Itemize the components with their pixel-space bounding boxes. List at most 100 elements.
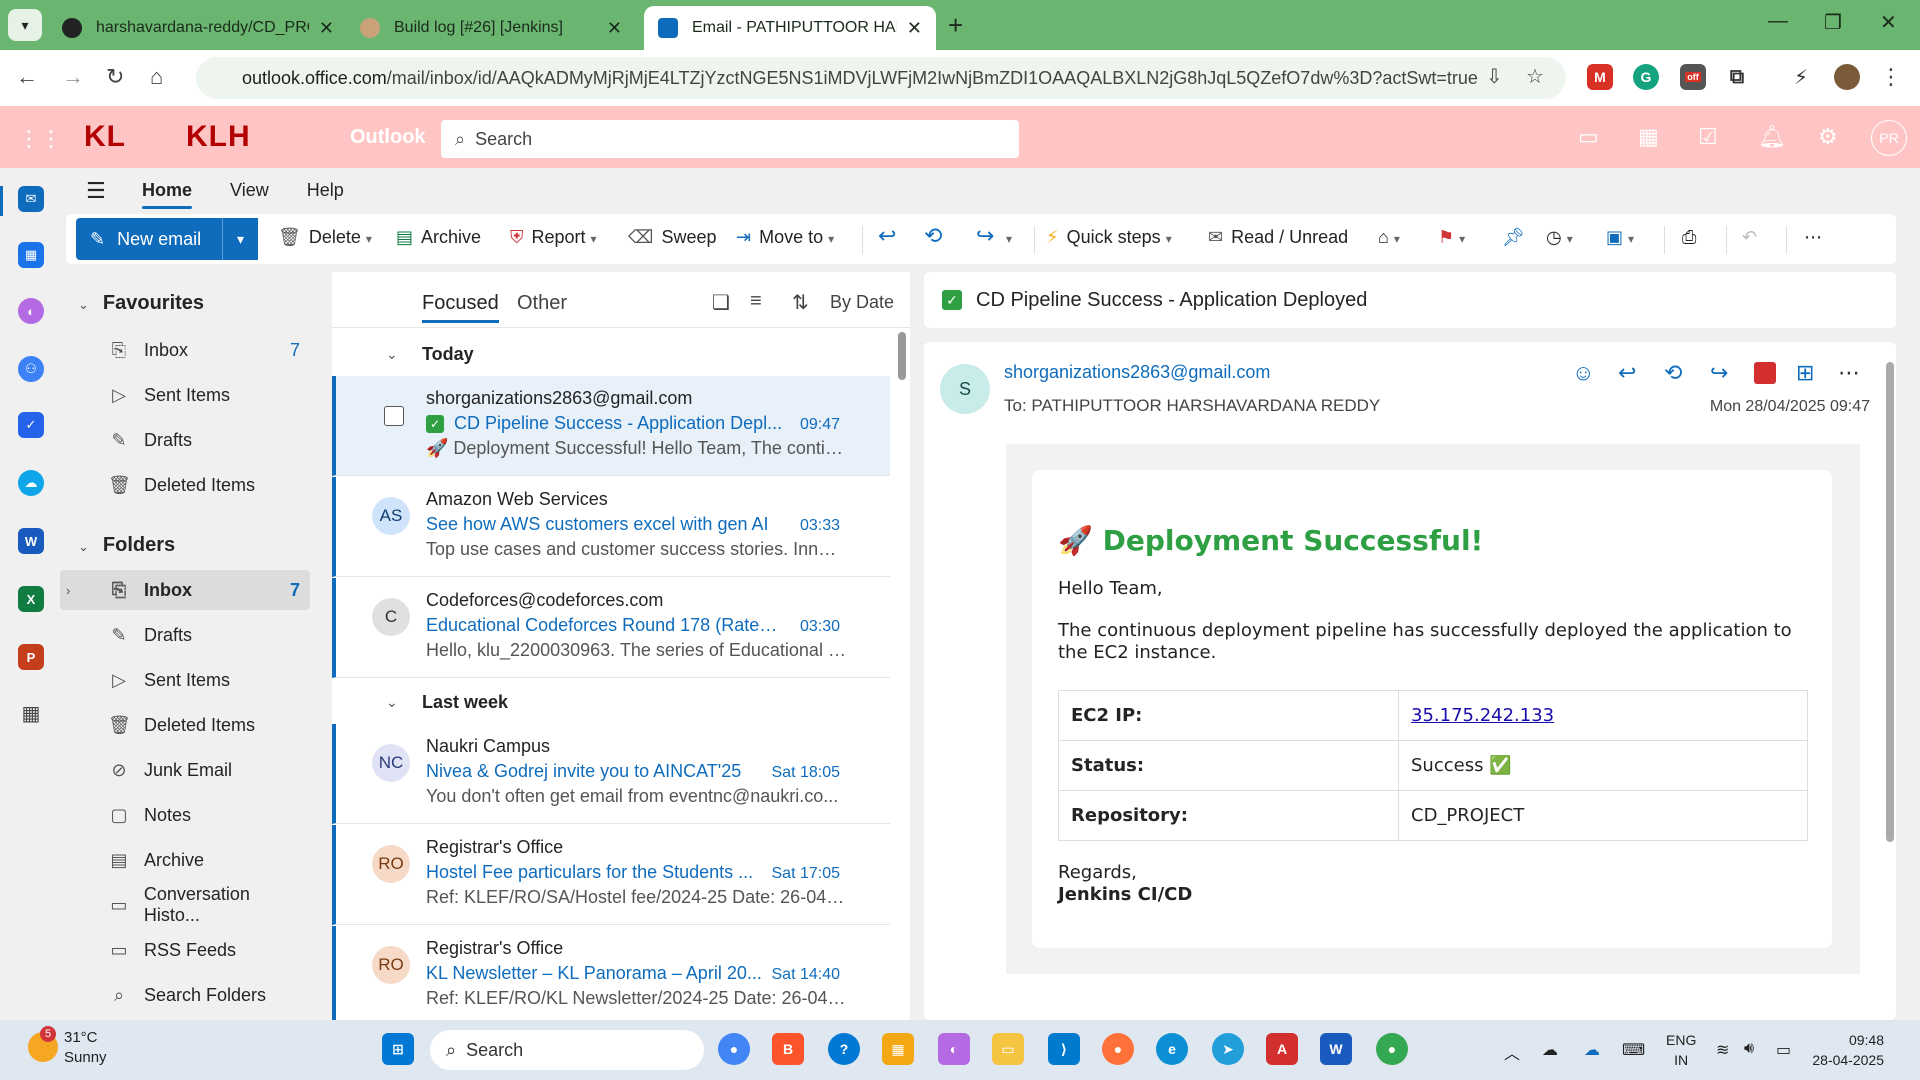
word-taskbar-icon[interactable]: W bbox=[1320, 1033, 1352, 1065]
favourites-header[interactable]: ⌄ Favourites bbox=[78, 292, 204, 315]
wifi-icon[interactable]: ≋ bbox=[1716, 1040, 1729, 1060]
close-tab-icon[interactable]: ✕ bbox=[907, 18, 922, 39]
onedrive-business-tray-icon[interactable]: ☁ bbox=[1584, 1040, 1600, 1060]
volume-icon[interactable]: 🔊︎ bbox=[1744, 1040, 1754, 1058]
filter-icon[interactable]: ≡ bbox=[750, 290, 762, 313]
teams-icon[interactable]: ▦ bbox=[1638, 124, 1659, 150]
reply-all-icon[interactable]: ⟲ bbox=[1664, 360, 1682, 386]
outlook-brand[interactable]: Outlook bbox=[350, 126, 426, 149]
read-unread-button[interactable]: ✉ Read / Unread bbox=[1208, 227, 1348, 248]
select-mode-icon[interactable]: ❏ bbox=[712, 290, 730, 315]
message-item[interactable]: NC Naukri Campus Nivea & Godrej invite y… bbox=[332, 724, 890, 824]
forward-icon[interactable]: ↪ bbox=[1710, 360, 1728, 386]
forward-icon[interactable]: → bbox=[62, 64, 84, 90]
group-header-today[interactable]: ⌄ Today bbox=[332, 332, 890, 376]
install-app-icon[interactable]: ⇩ bbox=[1486, 64, 1503, 89]
vscode-taskbar-icon[interactable]: ⟩ bbox=[1048, 1033, 1080, 1065]
close-tab-icon[interactable]: ✕ bbox=[607, 18, 622, 39]
mail-search-input[interactable]: ⌕ Search bbox=[441, 120, 1019, 158]
fav-drafts[interactable]: ✎ Drafts bbox=[60, 420, 310, 460]
powerpoint-app-icon[interactable]: P bbox=[18, 644, 44, 670]
tab-home[interactable]: Home bbox=[142, 180, 193, 209]
telegram-taskbar-icon[interactable]: ➤ bbox=[1212, 1033, 1244, 1065]
sweep-button[interactable]: ⌫ Sweep bbox=[628, 227, 717, 248]
print-icon[interactable]: ⎙ bbox=[1682, 227, 1696, 248]
select-checkbox[interactable] bbox=[384, 406, 404, 426]
acrobat-taskbar-icon[interactable]: A bbox=[1266, 1033, 1298, 1065]
message-item[interactable]: C Codeforces@codeforces.com Educational … bbox=[332, 578, 890, 678]
taskbar-search[interactable]: ⌕ Search bbox=[430, 1030, 704, 1070]
copilot-taskbar-icon[interactable]: ◐ bbox=[938, 1033, 970, 1065]
sort-icon[interactable]: ⇅ bbox=[792, 290, 809, 315]
browser-tab-github[interactable]: harshavardana-reddy/CD_PROJ ✕ bbox=[48, 6, 348, 50]
group-header-last-week[interactable]: ⌄ Last week bbox=[332, 680, 890, 724]
rules-icon[interactable]: ▣ ▾ bbox=[1606, 227, 1634, 248]
close-tab-icon[interactable]: ✕ bbox=[319, 18, 334, 39]
profile-avatar[interactable] bbox=[1834, 64, 1860, 90]
tab-focused[interactable]: Focused bbox=[422, 292, 499, 323]
reply-icon[interactable]: ↩ bbox=[878, 223, 896, 249]
browser-tab-jenkins[interactable]: Build log [#26] [Jenkins] ✕ bbox=[346, 6, 636, 50]
folder-drafts[interactable]: ✎ Drafts bbox=[60, 615, 310, 655]
extensions-icon[interactable]: ⧉ bbox=[1724, 64, 1750, 90]
reload-icon[interactable]: ↻ bbox=[106, 64, 124, 90]
categorize-icon[interactable]: ⌂ ▾ bbox=[1378, 227, 1400, 248]
message-item[interactable]: RO Registrar's Office Hostel Fee particu… bbox=[332, 825, 890, 925]
people-app-icon[interactable]: ⚇ bbox=[18, 356, 44, 382]
hamburger-menu-icon[interactable]: ☰ bbox=[86, 178, 106, 204]
flag-icon[interactable]: ⚑ ▾ bbox=[1438, 227, 1465, 248]
minimize-icon[interactable]: — bbox=[1768, 10, 1788, 33]
delete-button[interactable]: 🗑︎ Delete ▾ bbox=[278, 227, 372, 248]
folder-sent-items[interactable]: ▷ Sent Items bbox=[60, 660, 310, 700]
system-clock[interactable]: 09:48 28-04-2025 bbox=[1812, 1030, 1884, 1070]
sender-avatar[interactable]: S bbox=[940, 364, 990, 414]
quick-steps-button[interactable]: ⚡ Quick steps ▾ bbox=[1046, 227, 1172, 248]
url-field[interactable]: outlook.office.com/mail/inbox/id/AAQkADM… bbox=[196, 57, 1566, 99]
folder-search-folders[interactable]: ⌕ Search Folders bbox=[60, 975, 310, 1015]
bookmark-star-icon[interactable]: ☆ bbox=[1526, 64, 1544, 89]
keyboard-icon[interactable]: ⌨ bbox=[1622, 1040, 1645, 1060]
folder-junk-email[interactable]: ⊘ Junk Email bbox=[60, 750, 310, 790]
word-app-icon[interactable]: W bbox=[18, 528, 44, 554]
file-explorer-taskbar-icon[interactable]: ▭ bbox=[992, 1033, 1024, 1065]
folder-deleted-items[interactable]: 🗑︎ Deleted Items bbox=[60, 705, 310, 745]
grammarly-extension-icon[interactable]: G bbox=[1633, 64, 1659, 90]
folder-conversation-history[interactable]: ▭ Conversation Histo... bbox=[60, 884, 310, 925]
close-window-icon[interactable]: ✕ bbox=[1880, 10, 1897, 35]
report-button[interactable]: ⛨ Report ▾ bbox=[510, 227, 597, 248]
edge-taskbar-icon[interactable]: e bbox=[1156, 1033, 1188, 1065]
brave-taskbar-icon[interactable]: B bbox=[772, 1033, 804, 1065]
message-item[interactable]: shorganizations2863@gmail.com ✓ CD Pipeli… bbox=[332, 376, 890, 476]
sort-by-date[interactable]: By Date bbox=[830, 292, 894, 313]
undo-icon[interactable]: ↶ bbox=[1742, 227, 1757, 248]
sender-address[interactable]: shorganizations2863@gmail.com bbox=[1004, 362, 1270, 383]
performance-icon[interactable]: ⚡ bbox=[1788, 64, 1814, 90]
tab-other[interactable]: Other bbox=[517, 292, 567, 315]
more-options-icon[interactable]: ⋯ bbox=[1804, 227, 1822, 248]
help-taskbar-icon[interactable]: ? bbox=[828, 1033, 860, 1065]
folder-archive[interactable]: ▤ Archive bbox=[60, 840, 310, 880]
chrome-menu-icon[interactable]: ⋮ bbox=[1880, 64, 1902, 90]
fav-sent-items[interactable]: ▷ Sent Items bbox=[60, 375, 310, 415]
fav-inbox[interactable]: ⎘ Inbox 7 bbox=[60, 330, 310, 370]
forward-icon[interactable]: ↪ bbox=[976, 223, 994, 249]
calendar-app-icon[interactable]: ▦ bbox=[18, 242, 44, 268]
move-to-button[interactable]: ⇥ Move to ▾ bbox=[736, 227, 834, 248]
tab-help[interactable]: Help bbox=[307, 180, 344, 201]
meet-now-icon[interactable]: ▭ bbox=[1578, 124, 1599, 150]
pdf-icon[interactable] bbox=[1754, 362, 1776, 384]
pin-icon[interactable]: 📌︎ bbox=[1502, 227, 1525, 248]
folder-inbox[interactable]: › ⎘ Inbox 7 bbox=[60, 570, 310, 610]
onedrive-app-icon[interactable]: ☁ bbox=[18, 470, 44, 496]
todo-app-icon[interactable]: ✓ bbox=[18, 412, 44, 438]
onedrive-tray-icon[interactable]: ☁ bbox=[1542, 1040, 1558, 1060]
more-apps-icon[interactable]: ▦ bbox=[18, 700, 44, 726]
language-indicator[interactable]: ENG IN bbox=[1666, 1030, 1696, 1070]
reaction-emoji-icon[interactable]: ☺ bbox=[1572, 360, 1594, 386]
message-list-scrollbar[interactable] bbox=[898, 332, 906, 380]
adblock-extension-icon[interactable]: off bbox=[1680, 64, 1706, 90]
show-hidden-icons[interactable]: ︿ bbox=[1504, 1040, 1520, 1064]
mail-app-icon[interactable]: ✉ bbox=[18, 186, 44, 212]
more-options-icon[interactable]: ⋯ bbox=[1838, 360, 1860, 386]
apps-icon[interactable]: ⊞ bbox=[1796, 360, 1814, 386]
